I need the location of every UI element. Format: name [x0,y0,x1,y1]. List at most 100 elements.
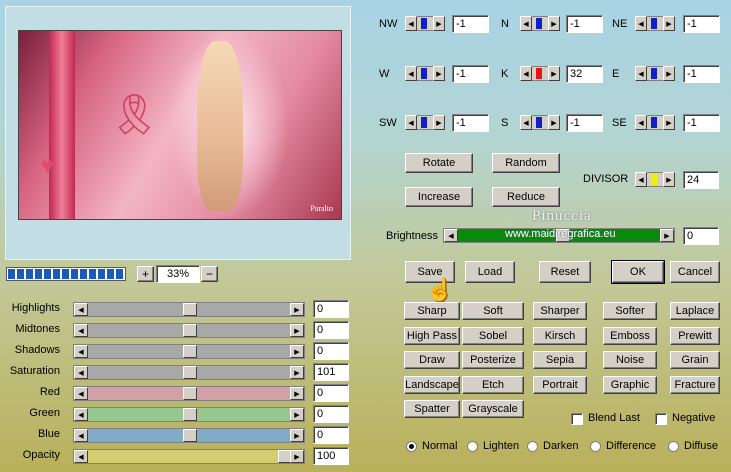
preset-noise-button[interactable]: Noise [603,351,657,369]
mode-lighten-radio[interactable] [467,441,478,452]
highlights-right-arrow[interactable]: ▶ [290,303,304,316]
matrix-se-right-arrow[interactable]: ▶ [663,115,675,130]
matrix-k-right-arrow[interactable]: ▶ [548,66,560,81]
midtones-slider[interactable]: ◀ ▶ [73,323,305,338]
preset-sepia-button[interactable]: Sepia [533,351,587,369]
divisor-right-arrow[interactable]: ▶ [663,172,675,187]
blue-right-arrow[interactable]: ▶ [290,429,304,442]
preset-laplace-button[interactable]: Laplace [670,302,720,320]
red-field[interactable]: 0 [313,384,349,402]
matrix-sw-thumb[interactable] [421,117,427,128]
green-right-arrow[interactable]: ▶ [290,408,304,421]
blue-thumb[interactable] [183,429,197,442]
preset-prewitt-button[interactable]: Prewitt [670,326,720,345]
matrix-n-thumb[interactable] [536,18,542,29]
shadows-left-arrow[interactable]: ◀ [74,345,88,358]
matrix-spinner-w[interactable]: ◀ ▶ [405,66,445,81]
matrix-field-n[interactable]: -1 [566,15,603,33]
matrix-sw-left-arrow[interactable]: ◀ [405,115,417,130]
matrix-se-thumb[interactable] [651,117,657,128]
preset-sobel-button[interactable]: Sobel [462,326,524,345]
matrix-w-left-arrow[interactable]: ◀ [405,66,417,81]
preset-posterize-button[interactable]: Posterize [462,351,524,369]
matrix-n-left-arrow[interactable]: ◀ [520,16,532,31]
cancel-button[interactable]: Cancel [670,261,720,283]
matrix-w-thumb[interactable] [421,68,427,79]
matrix-sw-right-arrow[interactable]: ▶ [433,115,445,130]
green-slider[interactable]: ◀ ▶ [73,407,305,422]
midtones-right-arrow[interactable]: ▶ [290,324,304,337]
highlights-slider[interactable]: ◀ ▶ [73,302,305,317]
matrix-w-right-arrow[interactable]: ▶ [433,66,445,81]
divisor-thumb[interactable] [651,174,657,185]
highlights-field[interactable]: 0 [313,300,349,318]
brightness-field[interactable]: 0 [683,227,719,245]
matrix-field-s[interactable]: -1 [566,114,603,132]
blend-last-checkbox[interactable] [571,413,583,425]
preset-sharper-button[interactable]: Sharper [533,302,587,320]
matrix-nw-left-arrow[interactable]: ◀ [405,16,417,31]
blue-slider[interactable]: ◀ ▶ [73,428,305,443]
matrix-n-right-arrow[interactable]: ▶ [548,16,560,31]
green-field[interactable]: 0 [313,405,349,423]
matrix-s-left-arrow[interactable]: ◀ [520,115,532,130]
matrix-field-sw[interactable]: -1 [452,114,489,132]
brightness-right-arrow[interactable]: ▶ [660,229,674,242]
midtones-field[interactable]: 0 [313,321,349,339]
matrix-spinner-sw[interactable]: ◀ ▶ [405,115,445,130]
divisor-field[interactable]: 24 [683,171,719,189]
matrix-ne-right-arrow[interactable]: ▶ [663,16,675,31]
matrix-k-left-arrow[interactable]: ◀ [520,66,532,81]
matrix-s-thumb[interactable] [536,117,542,128]
load-button[interactable]: Load [465,261,515,283]
highlights-thumb[interactable] [183,303,197,316]
preset-etch-button[interactable]: Etch [462,375,524,394]
matrix-spinner-s[interactable]: ◀ ▶ [520,115,560,130]
red-right-arrow[interactable]: ▶ [290,387,304,400]
opacity-field[interactable]: 100 [313,447,349,465]
preset-portrait-button[interactable]: Portrait [533,375,587,394]
reduce-button[interactable]: Reduce [492,187,560,207]
matrix-s-right-arrow[interactable]: ▶ [548,115,560,130]
preset-draw-button[interactable]: Draw [404,351,460,369]
preset-high-pass-button[interactable]: High Pass [404,326,460,345]
mode-darken-radio[interactable] [527,441,538,452]
matrix-e-thumb[interactable] [651,68,657,79]
matrix-field-se[interactable]: -1 [683,114,720,132]
preset-spatter-button[interactable]: Spatter [404,400,460,418]
opacity-left-arrow[interactable]: ◀ [74,450,88,463]
saturation-right-arrow[interactable]: ▶ [290,366,304,379]
preset-softer-button[interactable]: Softer [603,302,657,320]
preset-grayscale-button[interactable]: Grayscale [462,400,524,418]
matrix-field-nw[interactable]: -1 [452,15,489,33]
shadows-field[interactable]: 0 [313,342,349,360]
midtones-thumb[interactable] [183,324,197,337]
matrix-field-w[interactable]: -1 [452,65,489,83]
matrix-spinner-k[interactable]: ◀ ▶ [520,66,560,81]
red-thumb[interactable] [183,387,197,400]
mode-difference-radio[interactable] [590,441,601,452]
preset-grain-button[interactable]: Grain [670,351,720,369]
opacity-right-arrow[interactable]: ▶ [290,450,304,463]
shadows-thumb[interactable] [183,345,197,358]
negative-checkbox[interactable] [655,413,667,425]
brightness-left-arrow[interactable]: ◀ [444,229,458,242]
reset-button[interactable]: Reset [539,261,591,283]
matrix-field-k[interactable]: 32 [566,65,603,83]
matrix-spinner-e[interactable]: ◀ ▶ [635,66,675,81]
shadows-right-arrow[interactable]: ▶ [290,345,304,358]
green-left-arrow[interactable]: ◀ [74,408,88,421]
saturation-field[interactable]: 101 [313,363,349,381]
matrix-e-left-arrow[interactable]: ◀ [635,66,647,81]
blue-left-arrow[interactable]: ◀ [74,429,88,442]
matrix-spinner-ne[interactable]: ◀ ▶ [635,16,675,31]
matrix-nw-right-arrow[interactable]: ▶ [433,16,445,31]
matrix-e-right-arrow[interactable]: ▶ [663,66,675,81]
preset-soft-button[interactable]: Soft [462,302,524,320]
increase-button[interactable]: Increase [405,187,473,207]
matrix-field-e[interactable]: -1 [683,65,720,83]
preset-sharp-button[interactable]: Sharp [404,302,460,320]
random-button[interactable]: Random [492,153,560,173]
saturation-thumb[interactable] [183,366,197,379]
preset-kirsch-button[interactable]: Kirsch [533,326,587,345]
